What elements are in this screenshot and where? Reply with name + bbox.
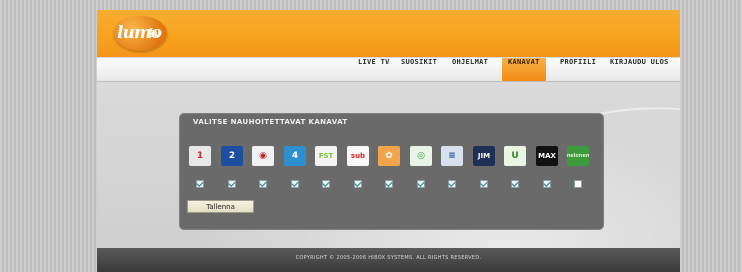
nav-profiili[interactable]: PROFIILI <box>554 58 602 81</box>
channel-checkbox[interactable] <box>417 180 425 188</box>
footer: COPYRIGHT © 2005-2006 HIBOX SYSTEMS. ALL… <box>97 248 680 272</box>
nav-kanavat[interactable]: KANAVAT <box>502 58 546 81</box>
tvviisi-logo-icon: ≡ <box>441 146 463 166</box>
page-frame: lumo tv LIVE TV SUOSIKIT OHJELMAT KANAVA… <box>97 10 680 272</box>
fst-logo-icon: FST <box>315 146 337 166</box>
channel-checkbox[interactable] <box>574 180 582 188</box>
nav-live-tv[interactable]: LIVE TV <box>352 58 396 81</box>
logo-suffix-text: tv <box>148 26 161 41</box>
channel-checkbox[interactable] <box>322 180 330 188</box>
channel-checkbox[interactable] <box>511 180 519 188</box>
panel-title: VALITSE NAUHOITETTAVAT KANAVAT <box>193 118 348 126</box>
channel-checkbox[interactable] <box>543 180 551 188</box>
tv1-logo-icon: 1 <box>189 146 211 166</box>
channel-checkbox[interactable] <box>228 180 236 188</box>
nelonen-logo-icon: 4 <box>284 146 306 166</box>
nav-kirjaudu-ulos[interactable]: KIRJAUDU ULOS <box>604 58 675 81</box>
lumotv-logo[interactable]: lumo tv <box>114 16 167 51</box>
jim-logo-icon: JIM <box>473 146 495 166</box>
urheilu-logo-icon: ◎ <box>410 146 432 166</box>
jim-orange-logo-icon: ✿ <box>378 146 400 166</box>
content-area: VALITSE NAUHOITETTAVAT KANAVAT 1 2 ◉ 4 FST su… <box>97 82 680 248</box>
channel-checkbox[interactable] <box>480 180 488 188</box>
nelonen-extra-logo-icon: nelonen <box>567 146 589 166</box>
max-logo-icon: MAX <box>536 146 558 166</box>
channel-selection-panel: VALITSE NAUHOITETTAVAT KANAVAT 1 2 ◉ 4 FST su… <box>179 113 604 230</box>
save-button[interactable]: Tallenna <box>187 200 254 213</box>
subtv-logo-icon: sub <box>347 146 369 166</box>
channel-checkbox[interactable] <box>448 180 456 188</box>
channel-checkbox[interactable] <box>259 180 267 188</box>
nav-ohjelmat[interactable]: OHJELMAT <box>446 58 494 81</box>
channel-checkbox[interactable] <box>196 180 204 188</box>
header-banner: lumo tv <box>97 10 680 57</box>
channel-checkbox[interactable] <box>291 180 299 188</box>
channel-checkbox[interactable] <box>385 180 393 188</box>
tv2-logo-icon: 2 <box>221 146 243 166</box>
nav-suosikit[interactable]: SUOSIKIT <box>395 58 443 81</box>
urheilu2-logo-icon: U <box>504 146 526 166</box>
main-nav: LIVE TV SUOSIKIT OHJELMAT KANAVAT PROFII… <box>97 58 680 82</box>
copyright-text: COPYRIGHT © 2005-2006 HIBOX SYSTEMS. ALL… <box>295 255 482 261</box>
mtv3-logo-icon: ◉ <box>252 146 274 166</box>
channel-checkbox[interactable] <box>354 180 362 188</box>
